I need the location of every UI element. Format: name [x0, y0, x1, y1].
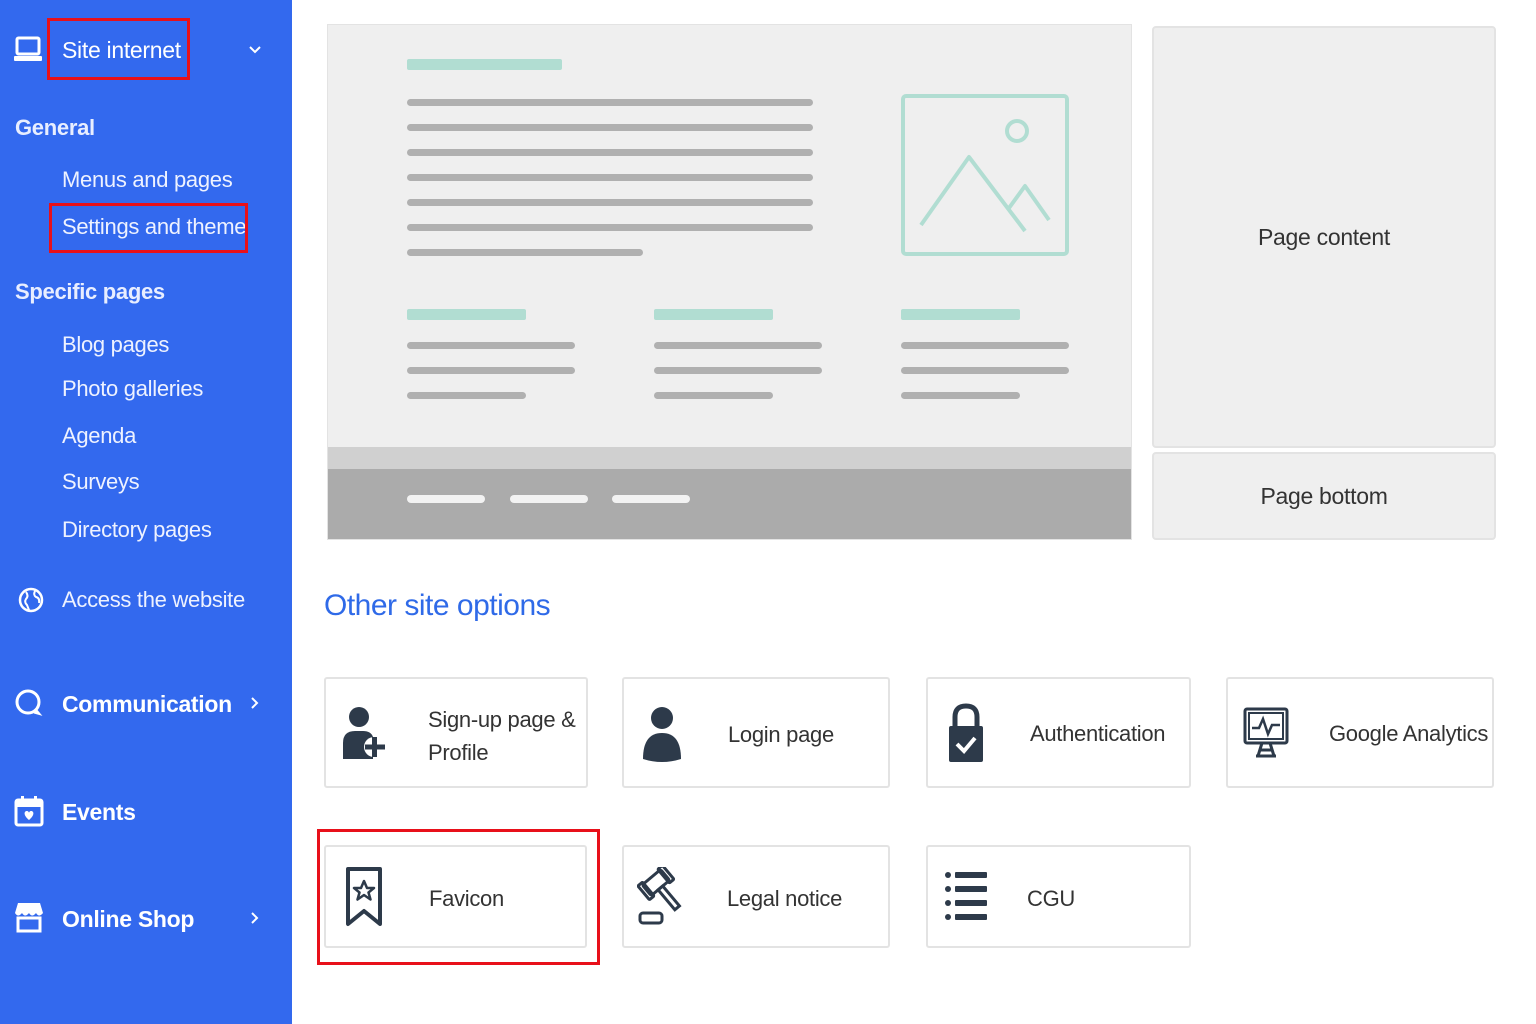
highlight-favicon: [317, 829, 600, 965]
sidebar-item-blog-pages[interactable]: Blog pages: [62, 331, 169, 359]
preview-column-title: [901, 309, 1020, 320]
sidebar-item-photo-galleries[interactable]: Photo galleries: [62, 375, 203, 403]
list-icon: [940, 864, 992, 930]
cgu-label: CGU: [1027, 886, 1075, 911]
preview-column-title: [654, 309, 773, 320]
preview-text-line: [901, 342, 1069, 349]
image-placeholder-icon: [901, 94, 1069, 256]
user-icon: [636, 700, 688, 766]
online-shop-menu[interactable]: Online Shop: [62, 905, 194, 933]
page-bottom-label: Page bottom: [1260, 482, 1388, 509]
preview-text-line: [407, 249, 643, 256]
google-analytics-card[interactable]: Google Analytics: [1226, 677, 1494, 788]
access-website-link[interactable]: Access the website: [62, 586, 245, 614]
sidebar-item-directory-pages[interactable]: Directory pages: [62, 516, 212, 544]
preview-text-line: [654, 367, 822, 374]
preview-text-line: [901, 392, 1020, 399]
calendar-icon: [14, 796, 44, 827]
preview-title-bar: [407, 59, 562, 70]
sidebar-item-agenda[interactable]: Agenda: [62, 422, 136, 450]
login-page-card[interactable]: Login page: [622, 677, 890, 788]
signup-profile-card[interactable]: Sign-up page & Profile: [324, 677, 588, 788]
preview-footer-top: [328, 447, 1131, 469]
legal-notice-label: Legal notice: [727, 886, 843, 911]
signup-profile-label-line2: Profile: [428, 740, 489, 765]
page-content-label: Page content: [1258, 223, 1390, 250]
login-page-label: Login page: [728, 722, 834, 747]
preview-text-line: [407, 149, 813, 156]
preview-column-title: [407, 309, 526, 320]
highlight-site-internet: [47, 18, 190, 80]
preview-footer-link: [612, 495, 690, 503]
preview-text-line: [407, 99, 813, 106]
cgu-card[interactable]: CGU: [926, 845, 1191, 948]
preview-text-line: [407, 174, 813, 181]
preview-text-line: [407, 199, 813, 206]
events-menu[interactable]: Events: [62, 798, 136, 826]
other-site-options-title: Other site options: [324, 589, 551, 622]
legal-notice-card[interactable]: Legal notice: [622, 845, 890, 948]
preview-footer-link: [510, 495, 588, 503]
signup-profile-label-line1: Sign-up page &: [428, 707, 576, 732]
highlight-settings-and-theme: [49, 203, 248, 253]
communication-menu[interactable]: Communication: [62, 690, 232, 718]
globe-icon: [16, 585, 46, 615]
sidebar-item-surveys[interactable]: Surveys: [62, 468, 140, 496]
sidebar: Site internet General Menus and pages Se…: [0, 0, 292, 1024]
user-plus-icon: [338, 700, 390, 766]
chevron-down-icon[interactable]: [245, 40, 265, 60]
page-layout-preview[interactable]: [327, 24, 1132, 540]
preview-text-line: [654, 392, 773, 399]
preview-footer-link: [407, 495, 485, 503]
google-analytics-label: Google Analytics: [1329, 721, 1489, 746]
sidebar-item-menus-and-pages[interactable]: Menus and pages: [62, 166, 233, 194]
preview-text-line: [407, 224, 813, 231]
preview-text-line: [407, 392, 526, 399]
gavel-icon: [636, 864, 688, 930]
lock-check-icon: [940, 700, 992, 766]
preview-text-line: [407, 342, 575, 349]
page-content-zone[interactable]: Page content: [1152, 26, 1496, 448]
preview-text-line: [407, 367, 575, 374]
chat-bubble-icon: [14, 688, 44, 718]
monitor-chart-icon: [1240, 700, 1292, 766]
preview-text-line: [901, 367, 1069, 374]
authentication-card[interactable]: Authentication: [926, 677, 1191, 788]
page-bottom-zone[interactable]: Page bottom: [1152, 452, 1496, 540]
specific-pages-heading: Specific pages: [15, 279, 165, 304]
authentication-label: Authentication: [1030, 721, 1166, 746]
chevron-right-icon[interactable]: [245, 693, 265, 713]
chevron-right-icon[interactable]: [245, 908, 265, 928]
general-heading: General: [15, 115, 95, 140]
laptop-icon: [13, 34, 43, 64]
preview-text-line: [654, 342, 822, 349]
store-icon: [14, 902, 44, 933]
preview-footer: [328, 469, 1131, 539]
preview-text-line: [407, 124, 813, 131]
